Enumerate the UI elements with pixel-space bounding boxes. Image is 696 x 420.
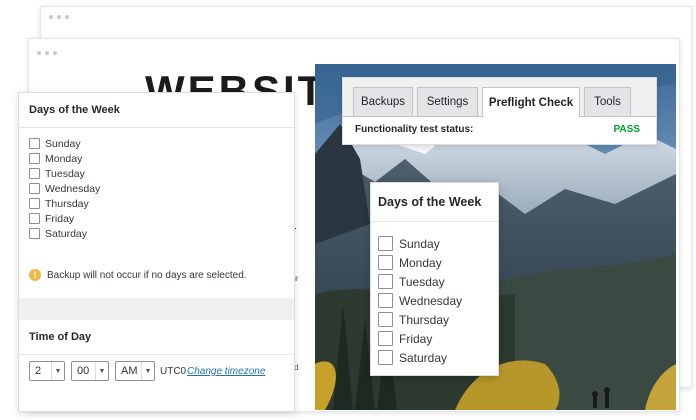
tab-tools[interactable]: Tools (584, 87, 631, 116)
day-option-tuesday[interactable]: Tuesday (29, 166, 294, 181)
functionality-status-label: Functionality test status: (355, 124, 474, 135)
tab-backups[interactable]: Backups (353, 87, 413, 116)
ampm-value: AM (121, 365, 138, 377)
section-separator (19, 298, 294, 320)
day-checkbox[interactable] (378, 350, 393, 365)
card-day-option-sunday[interactable]: Sunday (378, 234, 498, 253)
day-label: Saturday (399, 350, 448, 365)
minute-select[interactable]: 00 ▼ (71, 361, 109, 381)
no-days-notice: ! Backup will not occur if no days are s… (29, 269, 247, 281)
window-controls (37, 51, 57, 55)
chevron-down-icon: ▼ (141, 362, 154, 380)
day-label: Monday (45, 152, 83, 165)
day-label: Sunday (399, 236, 440, 251)
status-badge: PASS (613, 124, 641, 135)
time-of-day-heading: Time of Day (19, 320, 294, 355)
day-option-saturday[interactable]: Saturday (29, 226, 294, 241)
days-of-week-card: Days of the Week Sunday Monday Tuesday W… (370, 182, 499, 376)
day-option-sunday[interactable]: Sunday (29, 136, 294, 151)
ampm-select[interactable]: AM ▼ (115, 361, 155, 381)
day-option-wednesday[interactable]: Wednesday (29, 181, 294, 196)
day-option-monday[interactable]: Monday (29, 151, 294, 166)
day-checkbox[interactable] (29, 138, 40, 149)
card-day-option-saturday[interactable]: Saturday (378, 348, 498, 367)
day-label: Wednesday (45, 182, 101, 195)
backup-tabs-panel: Backups Settings Preflight Check Tools F… (342, 77, 657, 145)
timezone-label: UTC0 (160, 366, 187, 377)
change-timezone-link[interactable]: Change timezone (187, 366, 265, 377)
card-day-option-thursday[interactable]: Thursday (378, 310, 498, 329)
minute-value: 00 (77, 365, 90, 377)
day-checkbox[interactable] (29, 213, 40, 224)
day-label: Friday (399, 331, 433, 346)
day-label: Thursday (45, 197, 89, 210)
days-checkbox-list: Sunday Monday Tuesday Wednesday Thursday… (29, 136, 294, 241)
day-label: Tuesday (399, 274, 445, 289)
chevron-down-icon: ▼ (95, 362, 108, 380)
card-days-checkbox-list: Sunday Monday Tuesday Wednesday Thursday… (378, 234, 498, 367)
day-checkbox[interactable] (29, 168, 40, 179)
day-label: Monday (399, 255, 442, 270)
notice-text: Backup will not occur if no days are sel… (47, 269, 247, 281)
day-option-friday[interactable]: Friday (29, 211, 294, 226)
card-day-option-wednesday[interactable]: Wednesday (378, 291, 498, 310)
day-checkbox[interactable] (378, 312, 393, 327)
card-day-option-monday[interactable]: Monday (378, 253, 498, 272)
tab-preflight-check[interactable]: Preflight Check (482, 87, 580, 117)
day-label: Thursday (399, 312, 450, 327)
card-day-option-friday[interactable]: Friday (378, 329, 498, 348)
day-checkbox[interactable] (29, 228, 40, 239)
day-label: Friday (45, 212, 75, 225)
day-checkbox[interactable] (378, 255, 393, 270)
day-checkbox[interactable] (29, 153, 40, 164)
days-of-week-section: Days of the Week Sunday Monday Tuesday W… (19, 93, 294, 298)
warning-icon: ! (29, 269, 41, 281)
tab-settings[interactable]: Settings (417, 87, 478, 116)
day-checkbox[interactable] (378, 293, 393, 308)
day-checkbox[interactable] (378, 236, 393, 251)
day-option-thursday[interactable]: Thursday (29, 196, 294, 211)
day-label: Saturday (45, 227, 88, 240)
day-label: Wednesday (399, 293, 463, 308)
card-heading: Days of the Week (371, 183, 498, 222)
day-label: Tuesday (45, 167, 85, 180)
day-checkbox[interactable] (378, 274, 393, 289)
day-checkbox[interactable] (29, 183, 40, 194)
card-day-option-tuesday[interactable]: Tuesday (378, 272, 498, 291)
hour-select[interactable]: 2 ▼ (29, 361, 65, 381)
day-checkbox[interactable] (29, 198, 40, 209)
window-controls (49, 15, 69, 19)
hour-value: 2 (35, 365, 42, 377)
chevron-down-icon: ▼ (51, 362, 64, 380)
days-of-week-heading: Days of the Week (19, 93, 294, 128)
backup-schedule-panel: Days of the Week Sunday Monday Tuesday W… (18, 92, 295, 412)
day-checkbox[interactable] (378, 331, 393, 346)
day-label: Sunday (45, 137, 81, 150)
